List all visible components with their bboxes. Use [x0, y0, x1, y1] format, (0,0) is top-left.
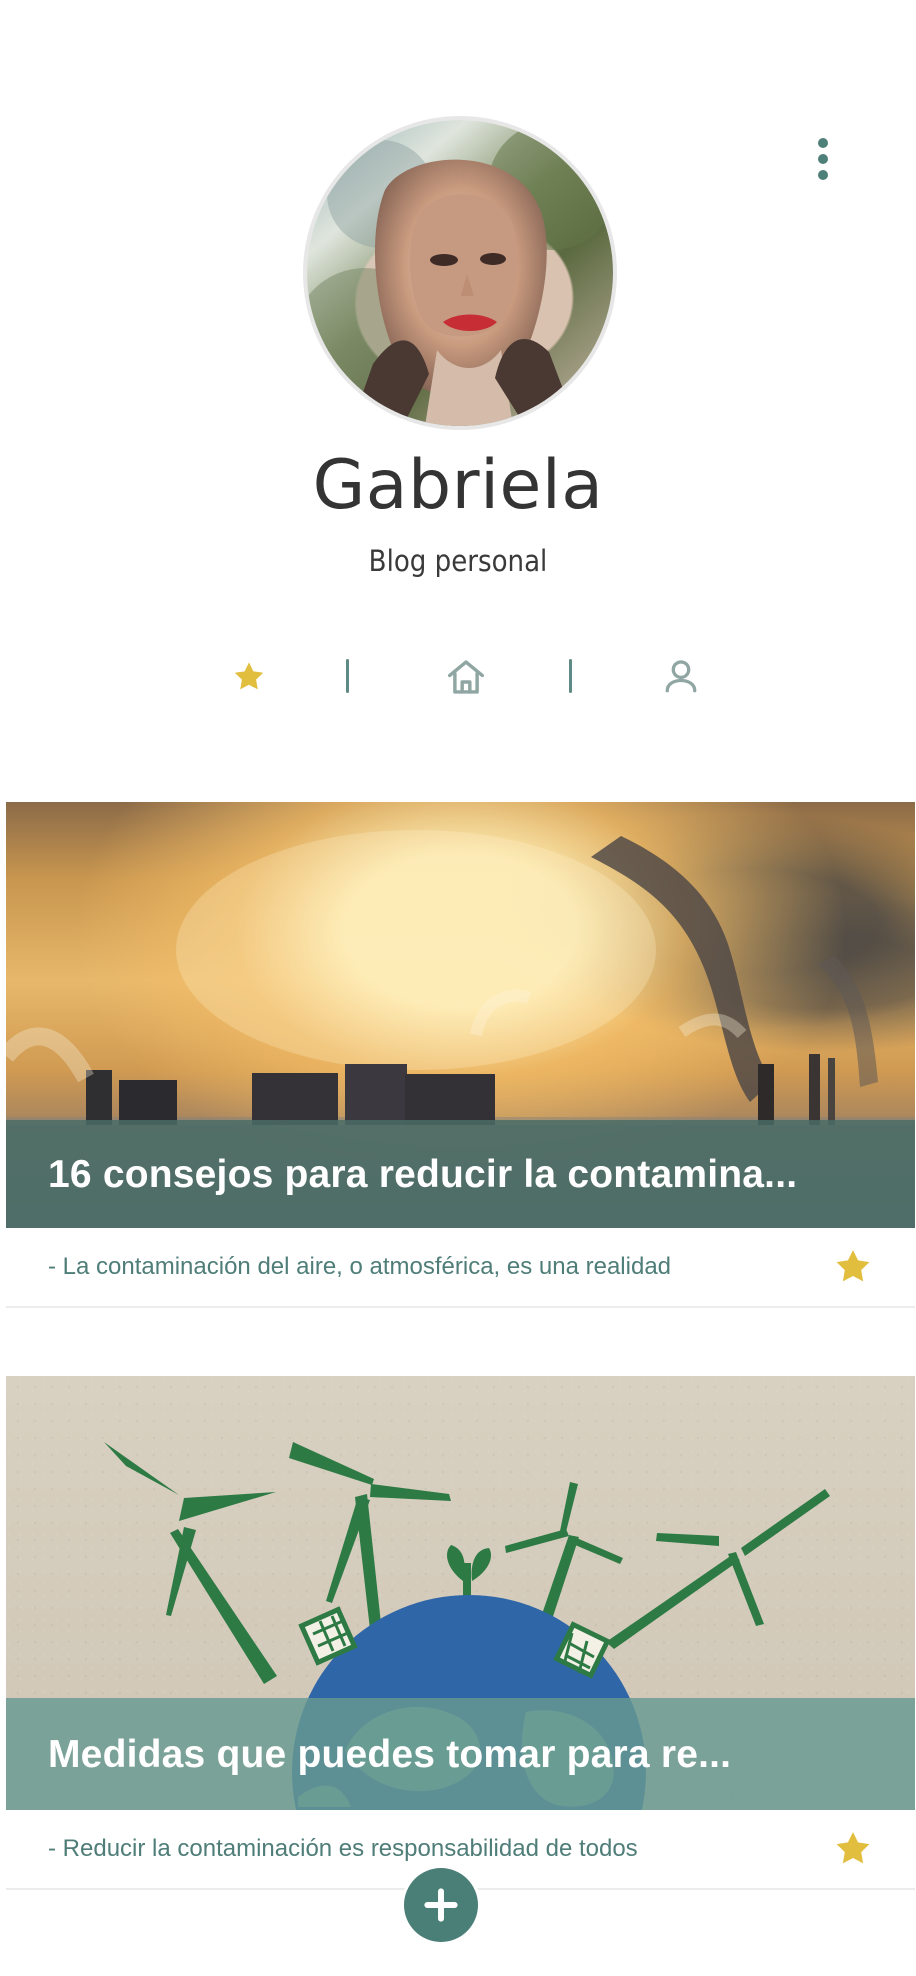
post-title-overlay: Medidas que puedes tomar para re... — [6, 1698, 915, 1810]
post-footer: - La contaminación del aire, o atmosféri… — [6, 1228, 915, 1308]
profile-tabs — [208, 644, 708, 710]
post-card[interactable]: Medidas que puedes tomar para re... - Re… — [6, 1376, 915, 1890]
tab-favorites[interactable] — [214, 644, 284, 710]
menu-dot-icon — [818, 138, 828, 148]
home-icon — [447, 660, 485, 694]
post-title: 16 consejos para reducir la contamina... — [48, 1152, 798, 1196]
profile-name: Gabriela — [312, 446, 604, 525]
post-image[interactable]: Medidas que puedes tomar para re... — [6, 1376, 915, 1810]
more-options-button[interactable] — [801, 132, 845, 186]
post-title-overlay: 16 consejos para reducir la contamina... — [6, 1120, 915, 1228]
star-icon[interactable] — [831, 1827, 875, 1871]
menu-dot-icon — [818, 154, 828, 164]
user-icon — [665, 660, 697, 693]
plus-icon — [424, 1888, 458, 1922]
post-card[interactable]: 16 consejos para reducir la contamina...… — [6, 802, 915, 1310]
tab-home[interactable] — [431, 644, 501, 710]
add-post-button[interactable] — [404, 1868, 478, 1942]
post-excerpt: - La contaminación del aire, o atmosféri… — [48, 1253, 672, 1280]
post-excerpt: - Reducir la contaminación es responsabi… — [48, 1835, 638, 1862]
tab-divider — [569, 659, 572, 693]
star-icon — [234, 662, 264, 690]
post-image[interactable]: 16 consejos para reducir la contamina... — [6, 802, 915, 1228]
menu-dot-icon — [818, 170, 828, 180]
profile-subtitle: Blog personal — [368, 544, 548, 578]
post-title: Medidas que puedes tomar para re... — [48, 1732, 732, 1776]
tab-profile[interactable] — [646, 644, 716, 710]
tab-divider — [346, 659, 349, 693]
profile-avatar — [307, 120, 613, 426]
star-icon[interactable] — [831, 1245, 875, 1289]
